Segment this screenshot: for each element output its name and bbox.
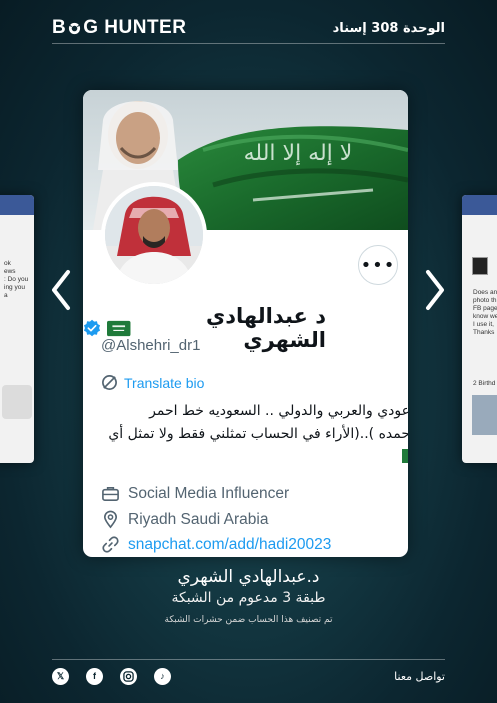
account-note-caption: تم تصنيف هذا الحساب ضمن حشرات الشبكة xyxy=(164,615,333,625)
profile-category: Social Media Influencer xyxy=(101,484,289,503)
bio-line-2: حمده )..(الأراء في الحساب تمثلني فقط ولا… xyxy=(108,426,408,442)
x-icon[interactable]: 𝕏 xyxy=(52,667,69,685)
unit-label: الوحدة 308 إسناد xyxy=(332,20,445,36)
link-url[interactable]: snapchat.com/add/hadi20023 xyxy=(128,536,331,554)
svg-text:ﻻ إله إلا الله: ﻻ إله إلا الله xyxy=(244,141,353,166)
next-card-avatar xyxy=(472,257,488,275)
profile-location: Riyadh Saudi Arabia xyxy=(101,510,268,529)
logo-text-left: B xyxy=(52,17,67,38)
bug-icon xyxy=(68,22,81,34)
prev-card-text: ok ews : Do you ing you a xyxy=(4,260,29,299)
bug-hunter-logo: B G HUNTER xyxy=(52,17,186,39)
carousel-prev-arrow-icon[interactable] xyxy=(50,268,72,312)
social-links: 𝕏 f ♪ xyxy=(52,667,171,685)
instagram-icon[interactable] xyxy=(120,667,137,685)
next-card-text: Does an photo th FB page know we I use i… xyxy=(473,289,497,336)
bio-line-1: عودي والعربي والدولي .. السعوديه خط احمر xyxy=(149,403,408,419)
verified-badge-icon xyxy=(83,319,101,337)
logo-text-right: G HUNTER xyxy=(83,17,187,38)
bottom-divider xyxy=(52,659,445,660)
facebook-icon[interactable]: f xyxy=(86,667,103,685)
footer: 𝕏 f ♪ تواصل معنا xyxy=(52,667,445,685)
next-card-footer: 2 Birthd xyxy=(473,380,496,387)
translate-icon xyxy=(102,375,117,390)
translate-bio-label: Translate bio xyxy=(124,374,205,391)
top-divider xyxy=(52,43,445,44)
facebook-header-bar xyxy=(462,195,497,215)
prev-card-media xyxy=(2,385,32,419)
saudi-flag-icon xyxy=(107,320,131,336)
more-options-button[interactable]: ••• xyxy=(358,245,398,285)
account-name-caption: د.عبدالهادي الشهري xyxy=(177,567,320,587)
facebook-header-bar xyxy=(0,195,34,215)
category-label: Social Media Influencer xyxy=(128,484,290,502)
link-icon xyxy=(102,536,119,553)
carousel-next-arrow-icon[interactable] xyxy=(424,268,446,312)
location-label: Riyadh Saudi Arabia xyxy=(128,510,269,528)
location-pin-icon xyxy=(103,510,118,529)
next-card-media xyxy=(472,395,497,435)
profile-card[interactable]: ﻻ إله إلا الله ••• د عبدالهادي الشهري @A… xyxy=(83,90,408,557)
avatar-image xyxy=(105,186,203,284)
avatar[interactable] xyxy=(101,182,207,288)
green-flag-emoji xyxy=(402,449,408,463)
tiktok-icon[interactable]: ♪ xyxy=(154,667,171,685)
translate-bio-button[interactable]: Translate bio xyxy=(101,374,204,391)
account-tier-caption: طبقة 3 مدعوم من الشبكة xyxy=(171,590,326,606)
carousel-prev-card[interactable]: ok ews : Do you ing you a xyxy=(0,195,34,463)
bio-text: عودي والعربي والدولي .. السعوديه خط احمر… xyxy=(83,400,408,446)
profile-link[interactable]: snapchat.com/add/hadi20023 xyxy=(101,535,331,554)
briefcase-icon xyxy=(102,486,119,501)
carousel-next-card[interactable]: Does an photo th FB page know we I use i… xyxy=(462,195,497,463)
header: B G HUNTER الوحدة 308 إسناد xyxy=(52,14,445,42)
contact-us-label: تواصل معنا xyxy=(394,669,445,683)
handle: @Alshehri_dr1 xyxy=(101,337,201,354)
